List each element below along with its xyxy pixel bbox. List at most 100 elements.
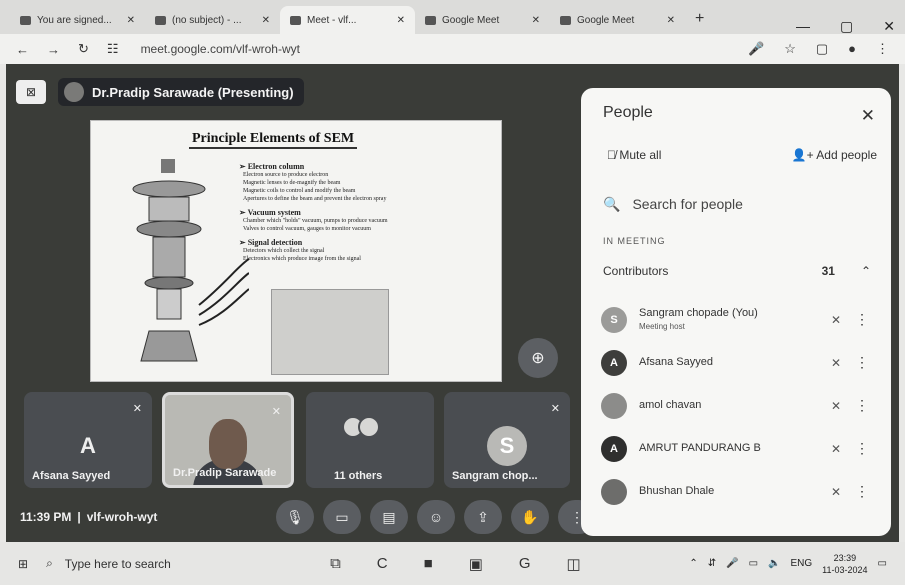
meet-top-bar: ⊠ Dr.Pradip Sarawade (Presenting) [16,78,304,106]
browser-tab-active[interactable]: Meet - vlf... ✕ [280,6,415,34]
search-field[interactable]: 🔍 Search for people [603,190,873,218]
network-icon[interactable]: ⇵ [708,558,716,569]
back-arrow-icon[interactable]: ← [16,42,29,57]
maximize-icon[interactable]: ▢ [840,18,853,35]
slide-section-heading: ➢ Electron column [239,162,305,171]
new-tab-button[interactable]: + [685,10,714,34]
panel-title: People [603,104,653,121]
present-icon[interactable]: ⇪ [464,500,502,534]
mic-off-icon: ✕ [550,403,560,415]
avatar: A [601,349,627,376]
slide-bullet: Detectors which collect the signal [243,248,325,254]
meet-stage: ⊠ Dr.Pradip Sarawade (Presenting) Princi… [6,64,899,542]
participant-tile[interactable]: ✕ S Sangram chop... [444,392,570,488]
mic-icon[interactable]: 🎙 [276,500,314,534]
mic-off-icon[interactable]: ✕ [831,442,841,456]
list-item[interactable]: amol chavan ✕ ⋮ [601,384,871,427]
file-explorer-icon[interactable]: ▣ [469,555,483,573]
mic-off-icon[interactable]: ✕ [831,313,841,327]
zoom-icon[interactable]: ⊕ [518,338,558,378]
list-item[interactable]: A AMRUT PANDURANG B ✕ ⋮ [601,427,871,470]
taskbar-search[interactable]: ⌕ Type here to search [46,556,296,571]
more-options-icon[interactable]: ⋮ [853,440,871,457]
windows-start-icon[interactable]: ⊞ [18,557,28,571]
participant-tile-camera[interactable]: ✕ Dr.Pradip Sarawade [162,392,294,488]
close-icon[interactable]: ✕ [883,18,895,35]
mic-off-icon[interactable]: ✕ [831,399,841,413]
slide-bullet: Magnetic lenses to de-magnify the beam [243,180,341,186]
tab-icon[interactable]: ▢ [816,41,828,57]
sem-photo-image [271,289,389,375]
minimize-icon[interactable]: — [796,18,810,35]
browser-tab[interactable]: You are signed... ✕ [10,6,145,34]
browser-tab[interactable]: (no subject) - ... ✕ [145,6,280,34]
avatar: A [601,435,627,462]
volume-icon[interactable]: 🔈 [768,558,780,569]
slide-section-heading: ➢ Vacuum system [239,208,301,217]
raise-hand-icon[interactable]: ✋ [511,500,549,534]
reload-icon[interactable]: ↻ [78,41,89,57]
browser-tab[interactable]: Google Meet ✕ [415,6,550,34]
app-icon[interactable]: ■ [424,555,433,573]
url-field[interactable]: meet.google.com/vlf-wroh-wyt [141,42,300,56]
chevron-up-icon[interactable]: ⌃ [689,558,697,569]
list-item[interactable]: S Sangram chopade (You) Meeting host ✕ ⋮ [601,298,871,341]
section-label: IN MEETING [603,236,666,246]
more-options-icon[interactable]: ⋮ [853,311,871,328]
participant-name: Dr.Pradip Sarawade [173,467,277,479]
chevron-up-icon[interactable]: ⌃ [861,264,871,278]
chrome-alt-icon[interactable]: G [519,555,531,573]
search-input[interactable]: Search for people [632,196,743,212]
slide-title: Principle Elements of SEM [189,131,358,149]
more-options-icon[interactable]: ⋮ [853,354,871,371]
menu-icon[interactable]: ⋮ [876,41,889,57]
avatar [64,82,84,102]
bookmark-star-icon[interactable]: ☆ [784,41,796,57]
contributors-label: Contributors [603,264,669,278]
app-alt-icon[interactable]: ◫ [567,555,581,573]
participant-tile[interactable]: ✕ A Afsana Sayyed [24,392,152,488]
chrome-icon[interactable]: C [377,555,388,573]
microphone-icon[interactable]: 🎤 [726,558,738,569]
mail-favicon-icon [155,15,166,25]
mic-off-icon[interactable]: ✕ [831,485,841,499]
search-icon: 🔍 [603,195,621,212]
more-options-icon[interactable]: ⋮ [853,483,871,500]
meet-favicon-icon [560,15,571,25]
more-options-icon[interactable]: ⋮ [853,397,871,414]
search-input[interactable]: Type here to search [65,557,171,571]
display-icon[interactable]: ▭ [749,558,758,569]
avatar [601,478,627,505]
list-item[interactable]: A Afsana Sayyed ✕ ⋮ [601,341,871,384]
close-icon[interactable]: ✕ [861,106,875,126]
emoji-icon[interactable]: ☺ [417,500,455,534]
close-tab-icon[interactable]: ✕ [667,15,675,26]
mic-off-icon[interactable]: ✕ [831,356,841,370]
close-tab-icon[interactable]: ✕ [397,15,405,26]
mute-all-button[interactable]: 🎙̸ Mute all [607,148,661,162]
close-tab-icon[interactable]: ✕ [127,15,135,26]
add-people-button[interactable]: 👤+ Add people [792,148,877,162]
contributors-header[interactable]: Contributors 31 ⌃ [603,258,871,284]
address-bar: ← → ↻ ☷ meet.google.com/vlf-wroh-wyt 🎤 ☆… [0,34,905,64]
camera-icon[interactable]: ▭ [323,500,361,534]
window-controls: — ▢ ✕ [796,18,895,35]
participant-tiles: ✕ A Afsana Sayyed ✕ Dr.Pradip Sarawade 1… [24,392,570,488]
site-info-icon[interactable]: ☷ [107,41,119,57]
taskbar-clock[interactable]: 23:39 11-03-2024 [822,552,867,576]
close-tab-icon[interactable]: ✕ [262,15,270,26]
microphone-icon[interactable]: 🎤 [748,41,764,57]
slide-bullet: Magnetic coils to control and modify the… [243,188,356,194]
captions-icon[interactable]: ▤ [370,500,408,534]
browser-tab[interactable]: Google Meet ✕ [550,6,685,34]
close-tab-icon[interactable]: ✕ [532,15,540,26]
task-view-icon[interactable]: ⧉ [330,555,341,573]
list-item[interactable]: Bhushan Dhale ✕ ⋮ [601,470,871,513]
notification-icon[interactable]: ▭ [878,558,887,569]
forward-arrow-icon[interactable]: → [47,42,60,57]
others-tile[interactable]: 11 others [306,392,434,488]
language-indicator[interactable]: ENG [791,558,813,569]
person-name: Afsana Sayyed [639,356,713,368]
profile-icon[interactable]: ● [848,41,856,57]
stop-presenting-icon[interactable]: ⊠ [16,80,46,104]
